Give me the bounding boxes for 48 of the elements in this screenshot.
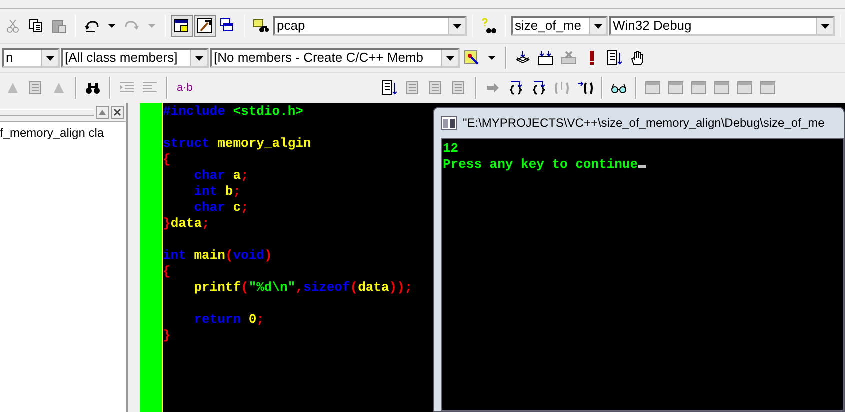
close-icon[interactable]	[111, 106, 124, 118]
configuration-combo[interactable]: Win32 Debug	[609, 16, 835, 36]
paste-icon[interactable]	[51, 18, 67, 34]
code-line: return 0;	[193, 312, 264, 328]
dropdown-arrow-icon[interactable]	[594, 24, 602, 28]
code-line: int b;	[193, 184, 242, 200]
filter-combo[interactable]: [All class members]	[61, 48, 209, 68]
whitespace-toggle[interactable]: a·b	[173, 82, 197, 94]
binoculars-folder-icon[interactable]	[253, 18, 269, 34]
document-arrow-icon[interactable]	[607, 50, 623, 66]
dropdown-arrow-icon[interactable]	[446, 56, 454, 60]
binoculars-icon[interactable]	[85, 80, 101, 96]
dropdown-arrow-icon[interactable]	[452, 24, 462, 28]
code-line: int main(void)	[163, 248, 272, 264]
code-line: struct memory_algin	[163, 136, 312, 152]
dropdown-arrow-icon[interactable]	[194, 56, 204, 60]
dropdown-arrow-icon[interactable]	[46, 56, 54, 60]
window-title: "E:\MYPROJECTS\VC++\size_of_memory_align\Debug\size_of_me	[463, 116, 825, 130]
code-line: printf("%d\n",sizeof(data));	[193, 280, 413, 296]
code-line: char c;	[193, 200, 249, 216]
find-combo[interactable]: pcap	[273, 16, 467, 36]
compile-icon[interactable]	[515, 50, 531, 66]
text-cursor	[638, 165, 646, 168]
members-combo[interactable]: [No members - Create C/C++ Memb	[210, 48, 460, 68]
class-combo[interactable]: n	[2, 48, 60, 68]
window-folder-icon[interactable]	[174, 18, 190, 34]
code-line: {	[163, 152, 171, 168]
class-tree-item[interactable]: f_memory_align cla	[0, 122, 104, 140]
document-arrow-icon[interactable]	[382, 80, 398, 96]
code-line: char a;	[193, 168, 249, 184]
project-combo[interactable]: size_of_me	[511, 16, 608, 36]
hand-icon[interactable]	[630, 50, 646, 66]
wizard-icon[interactable]	[464, 50, 480, 66]
console-window-icon	[441, 116, 457, 130]
console-line: Press any key to continue	[443, 157, 638, 172]
step-into-icon[interactable]	[508, 80, 524, 96]
code-line: }	[163, 328, 171, 344]
console-line: 12	[443, 141, 459, 156]
run-to-cursor-icon[interactable]	[576, 80, 593, 96]
step-over-icon[interactable]	[530, 80, 547, 96]
copy-icon[interactable]	[28, 18, 44, 34]
code-line: #include <stdio.h>	[163, 104, 304, 120]
windows-icon[interactable]	[220, 18, 236, 34]
code-line: }data;	[163, 216, 210, 232]
build-all-icon[interactable]	[538, 50, 554, 66]
dropdown-arrow-icon[interactable]	[820, 24, 830, 28]
code-line: {	[163, 264, 171, 280]
help-binoculars-icon[interactable]	[481, 18, 497, 34]
